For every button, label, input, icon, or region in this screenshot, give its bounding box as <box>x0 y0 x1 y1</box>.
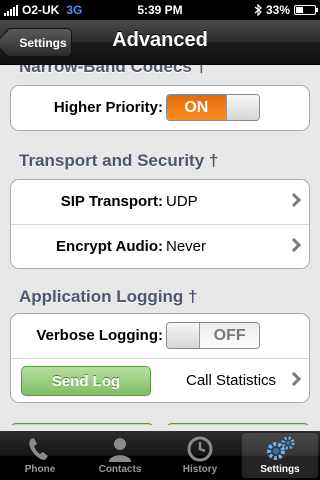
section-header-transport: Transport and Security † <box>19 151 219 170</box>
higher-priority-label: Higher Priority: <box>53 99 163 116</box>
row-verbose-logging: Verbose Logging: OFF <box>11 314 309 358</box>
tab-history[interactable]: History <box>162 433 238 478</box>
tab-bar: Phone Contacts History Settings <box>0 431 320 480</box>
phone-icon <box>29 438 48 460</box>
battery-percent: 33% <box>265 3 290 17</box>
row-send-log: Send Log Call Statistics <box>11 358 309 402</box>
verbose-logging-toggle-label: OFF <box>200 323 259 348</box>
higher-priority-toggle-label: ON <box>167 95 226 120</box>
toggle-knob <box>225 95 259 120</box>
row-higher-priority: Higher Priority: ON <box>11 86 309 130</box>
page-title: Advanced <box>112 29 208 51</box>
status-bar: O2-UK 3G 5:39 PM 33% <box>0 0 320 20</box>
group-logging: Verbose Logging: OFF Send Log Call Stati… <box>10 313 310 403</box>
chevron-right-icon <box>286 237 302 253</box>
contacts-icon <box>109 438 131 462</box>
chevron-right-icon <box>286 192 302 208</box>
sip-transport-label: SIP Transport: <box>60 193 163 210</box>
tab-label: Settings <box>260 464 300 475</box>
section-header-logging: Application Logging † <box>19 287 198 306</box>
bluetooth-icon <box>254 4 262 16</box>
chevron-right-icon <box>286 371 302 387</box>
tab-label: Contacts <box>98 464 142 475</box>
tab-phone[interactable]: Phone <box>2 433 78 478</box>
higher-priority-toggle[interactable]: ON <box>166 94 260 121</box>
battery-icon <box>294 5 318 15</box>
row-sip-transport[interactable]: SIP Transport: UDP <box>11 180 309 224</box>
encrypt-audio-label: Encrypt Audio: <box>56 238 163 255</box>
group-codecs: Higher Priority: ON <box>10 85 310 131</box>
tab-label: History <box>182 464 218 475</box>
row-encrypt-audio[interactable]: Encrypt Audio: Never <box>11 224 309 268</box>
toggle-knob <box>167 323 201 348</box>
group-transport: SIP Transport: UDP Encrypt Audio: Never <box>10 179 310 269</box>
section-header-codecs: Narrow-Band Codecs † <box>19 65 207 76</box>
partial-button-left[interactable] <box>10 423 154 425</box>
verbose-logging-toggle[interactable]: OFF <box>166 322 260 349</box>
partial-button-right[interactable] <box>166 423 310 425</box>
clock-icon <box>187 436 213 462</box>
sip-transport-value: UDP <box>166 193 198 210</box>
encrypt-audio-value: Never <box>166 238 207 255</box>
send-log-button[interactable]: Send Log <box>21 366 151 396</box>
settings-list[interactable]: Narrow-Band Codecs † Higher Priority: ON… <box>0 65 320 425</box>
navigation-bar: Settings Advanced <box>0 20 320 65</box>
call-statistics-link[interactable]: Call Statistics <box>186 372 276 389</box>
verbose-logging-label: Verbose Logging: <box>36 327 163 344</box>
tab-label: Phone <box>24 464 56 475</box>
tab-settings[interactable]: Settings <box>242 433 318 478</box>
gears-icon <box>267 436 295 460</box>
tab-contacts[interactable]: Contacts <box>82 433 158 478</box>
